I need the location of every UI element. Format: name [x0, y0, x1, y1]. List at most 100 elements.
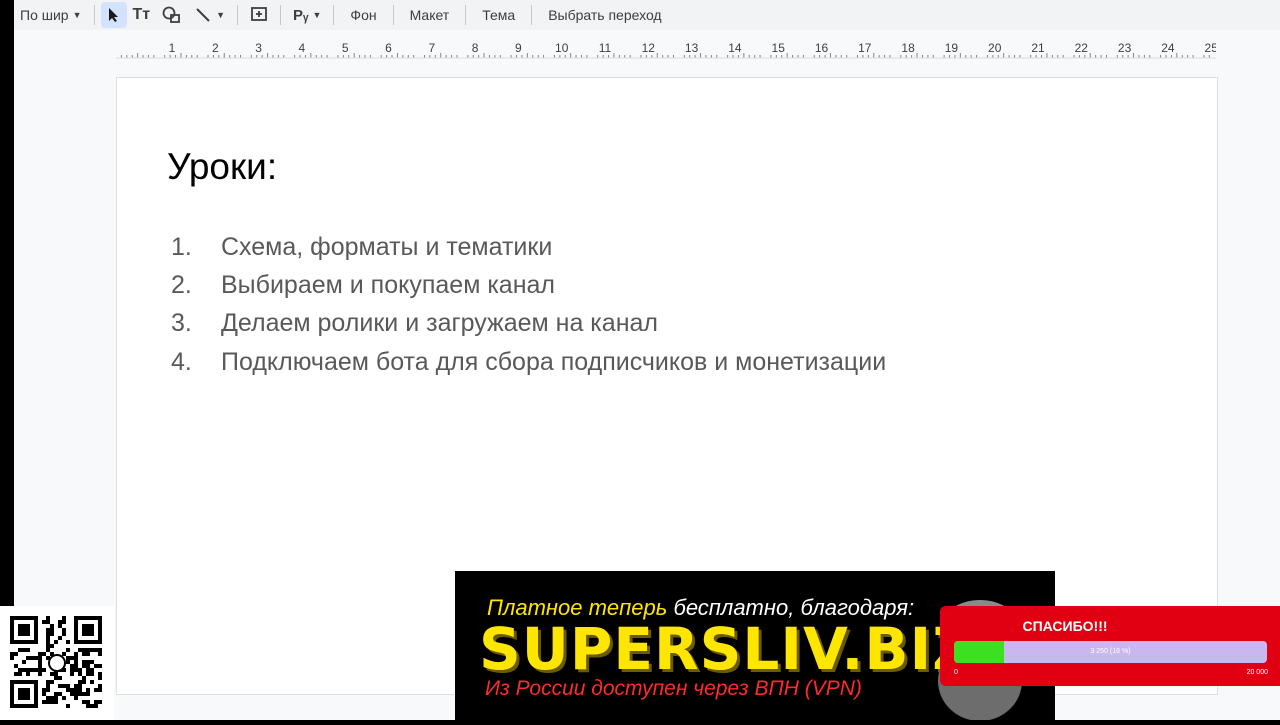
qr-module: [34, 668, 38, 672]
ruler-label: 12: [642, 41, 656, 55]
list-number: 1.: [171, 232, 192, 261]
donation-max: 20 000: [1246, 669, 1268, 676]
toolbar-divider: [280, 5, 282, 25]
text-box-button[interactable]: Tт: [127, 2, 157, 28]
ruler-label: 19: [945, 41, 959, 55]
qr-module: [82, 700, 86, 704]
ruler-label: 2: [212, 41, 219, 55]
qr-module: [10, 652, 14, 656]
qr-module: [46, 636, 50, 640]
ruler-label: 13: [685, 41, 699, 55]
qr-module: [46, 684, 50, 688]
ruler-label: 9: [515, 41, 522, 55]
qr-module: [62, 696, 66, 700]
qr-module: [86, 668, 90, 672]
qr-module: [18, 648, 22, 652]
qr-module: [90, 660, 94, 664]
qr-module: [42, 652, 46, 656]
qr-module: [98, 684, 102, 688]
qr-module: [78, 688, 82, 692]
qr-module: [90, 672, 94, 676]
ruler-label: 8: [472, 41, 479, 55]
qr-module: [22, 648, 26, 652]
line-button[interactable]: ▼: [188, 2, 231, 28]
theme-button[interactable]: Тема: [472, 2, 525, 28]
qr-module: [50, 700, 54, 704]
qr-module: [98, 648, 102, 652]
lesson-list[interactable]: 1. Схема, форматы и тематики 2. Выбираем и…: [171, 228, 886, 381]
qr-module: [50, 680, 54, 684]
qr-module: [94, 700, 98, 704]
qr-module: [66, 640, 70, 644]
qr-module: [46, 696, 50, 700]
qr-module: [42, 668, 46, 672]
qr-module: [42, 620, 46, 624]
qr-code: [0, 606, 114, 720]
select-cursor-icon: [108, 8, 118, 22]
qr-module: [74, 668, 78, 672]
qr-module: [46, 616, 50, 620]
ruler-label: 25: [1205, 41, 1216, 55]
qr-module: [62, 652, 66, 656]
qr-module: [70, 656, 74, 660]
list-item: 1. Схема, форматы и тематики: [171, 228, 886, 266]
qr-module: [86, 688, 90, 692]
qr-module: [86, 648, 90, 652]
donation-progress-label: 3 250 (16 %): [1090, 648, 1131, 655]
qr-module: [14, 664, 18, 668]
layout-button[interactable]: Макет: [400, 2, 460, 28]
qr-module: [38, 652, 42, 656]
qr-module: [46, 640, 50, 644]
qr-module: [50, 628, 54, 632]
qr-finder: [82, 624, 94, 636]
qr-module: [86, 664, 90, 668]
chevron-down-icon: ▼: [312, 10, 322, 20]
ruler-label: 3: [255, 41, 262, 55]
qr-module: [82, 692, 86, 696]
qr-module: [74, 692, 78, 696]
qr-module: [46, 632, 50, 636]
qr-module: [14, 652, 18, 656]
qr-module: [78, 680, 82, 684]
qr-module: [82, 652, 86, 656]
qr-module: [22, 660, 26, 664]
donation-min: 0: [954, 669, 958, 676]
slide-title[interactable]: Уроки:: [167, 146, 277, 188]
qr-module: [62, 616, 66, 620]
insert-comment-button[interactable]: [244, 2, 274, 28]
qr-module: [54, 672, 58, 676]
qr-module: [26, 656, 30, 660]
qr-module: [18, 668, 22, 672]
qr-module: [66, 704, 70, 708]
select-tool-button[interactable]: [100, 2, 127, 28]
qr-module: [66, 656, 70, 660]
qr-code-icon: [10, 616, 102, 708]
qr-module: [42, 688, 46, 692]
qr-module: [50, 624, 54, 628]
qr-center-logo: [48, 654, 66, 672]
transition-button[interactable]: Выбрать переход: [538, 2, 671, 28]
horizontal-ruler[interactable]: 1 2 3 4 5 6 7 8 9 10 11 12 13 14 15 16 17 18 19 20 21 22 23 24 2…: [116, 38, 1216, 60]
qr-module: [78, 648, 82, 652]
text-format-button[interactable]: Pᵧ ▼: [287, 2, 327, 28]
qr-module: [62, 628, 66, 632]
ruler-label: 15: [772, 41, 786, 55]
qr-module: [86, 700, 90, 704]
qr-module: [46, 688, 50, 692]
zoom-dropdown[interactable]: По шир ▼: [14, 2, 88, 28]
shape-button[interactable]: [156, 2, 188, 28]
qr-module: [66, 684, 70, 688]
qr-module: [98, 676, 102, 680]
ruler-label: 6: [385, 41, 392, 55]
ruler-ticks: 1 2 3 4 5 6 7 8 9 10 11 12 13 14 15 16 17 18 19 20 21 22 23 24 2…: [116, 41, 1216, 59]
qr-module: [90, 668, 94, 672]
qr-module: [86, 652, 90, 656]
list-number: 3.: [171, 309, 192, 338]
qr-module: [66, 648, 70, 652]
qr-module: [50, 672, 54, 676]
background-button[interactable]: Фон: [340, 2, 386, 28]
qr-module: [66, 660, 70, 664]
donation-title: СПАСИБО!!!: [1022, 618, 1108, 634]
qr-module: [82, 676, 86, 680]
ruler-label: 7: [428, 41, 435, 55]
